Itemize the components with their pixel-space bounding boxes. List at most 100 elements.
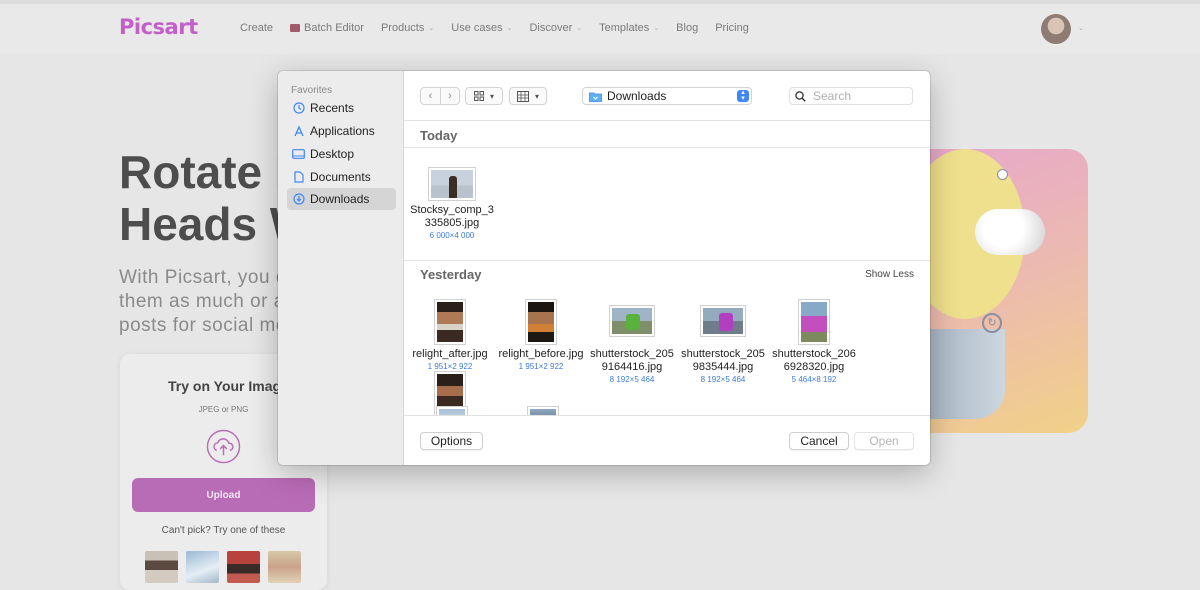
chevron-down-icon: ⌄: [576, 25, 583, 32]
sidebar-item-label: Desktop: [310, 147, 355, 161]
location-popup[interactable]: Downloads ▴ ▾: [582, 87, 752, 105]
nav-products[interactable]: Products ⌄: [381, 22, 434, 34]
file-name-line: shutterstock_206: [772, 348, 856, 360]
download-icon: [292, 193, 305, 206]
nav-templates[interactable]: Templates ⌄: [599, 22, 659, 34]
try-sample-text: Can't pick? Try one of these: [161, 525, 286, 536]
dialog-footer: Options Cancel Open: [404, 415, 930, 465]
show-less-link[interactable]: Show Less: [865, 269, 914, 280]
rotate-icon: ↻: [982, 313, 1002, 333]
file-name: shutterstock_205 9164416.jpg: [587, 348, 677, 374]
forward-button[interactable]: ›: [440, 88, 459, 104]
divider: [404, 147, 930, 148]
nav-use-cases[interactable]: Use cases ⌄: [451, 22, 512, 34]
file-name-line: shutterstock_205: [590, 348, 674, 360]
file-dimensions: 1 951×2 922: [427, 362, 473, 371]
file-thumbnail: [799, 300, 829, 344]
group-title: Today: [420, 128, 458, 143]
document-icon: [292, 171, 305, 184]
file-item[interactable]: relight_after.jpg 1 951×2 922: [405, 300, 495, 373]
nav-pricing[interactable]: Pricing: [715, 22, 749, 34]
clock-icon: [292, 102, 305, 115]
upload-button[interactable]: Upload: [132, 478, 315, 512]
search-input[interactable]: [813, 89, 903, 103]
file-name-line: Stocksy_comp_3: [410, 204, 494, 216]
chevron-left-icon: ‹: [428, 90, 433, 102]
icon-grid-icon: [473, 91, 484, 101]
location-label: Downloads: [607, 89, 667, 103]
view-mode-button[interactable]: ▾: [465, 87, 503, 105]
sidebar-item-recents[interactable]: Recents: [287, 97, 396, 119]
sidebar-item-desktop[interactable]: Desktop: [287, 143, 396, 165]
open-button[interactable]: Open: [854, 432, 914, 450]
file-name: relight_before.jpg: [498, 348, 584, 360]
history-nav: ‹ ›: [420, 87, 460, 105]
cancel-button[interactable]: Cancel: [789, 432, 849, 450]
sample-image-man[interactable]: [145, 551, 178, 583]
nav-label: Templates: [599, 22, 650, 34]
chevron-down-icon[interactable]: ⌄: [1078, 24, 1084, 32]
group-header-today: Today: [404, 122, 930, 148]
nav-label: Use cases: [451, 22, 503, 34]
file-item[interactable]: shutterstock_206 6928320.jpg 5 464×8 192: [769, 300, 859, 386]
user-avatar[interactable]: [1041, 14, 1071, 44]
nav-blog[interactable]: Blog: [676, 22, 698, 34]
file-dimensions: 6 000×4 000: [429, 231, 475, 240]
sample-images: [145, 551, 301, 583]
sidebar-item-label: Applications: [310, 124, 375, 138]
file-name-line: 6928320.jpg: [783, 361, 845, 373]
nav-label: Pricing: [715, 22, 749, 34]
card-title: Try on Your Image: [168, 378, 289, 394]
file-dimensions: 8 192×5 464: [609, 375, 655, 384]
nav-batch-editor[interactable]: Batch Editor: [290, 22, 364, 34]
sample-image-woman-red[interactable]: [227, 551, 260, 583]
file-name: relight_after.jpg: [412, 348, 488, 360]
nav-label: Discover: [529, 22, 573, 34]
file-open-dialog: Favorites Recents Applications Desktop D…: [278, 71, 930, 465]
sidebar-item-label: Recents: [310, 101, 355, 115]
file-name: shutterstock_205 9835444.jpg: [678, 348, 768, 374]
file-thumbnail: [526, 300, 556, 344]
file-item[interactable]: shutterstock_205 9835444.jpg 8 192×5 464: [678, 300, 768, 386]
file-thumbnail[interactable]: [437, 407, 467, 415]
site-header: Picsart Create Batch Editor Products ⌄ Us…: [0, 0, 1200, 54]
artwork-pedestal: [925, 329, 1005, 419]
applications-icon: [292, 125, 305, 138]
dialog-sidebar: Favorites Recents Applications Desktop D…: [278, 71, 404, 465]
file-dimensions: 5 464×8 192: [791, 375, 837, 384]
search-field[interactable]: [789, 87, 913, 105]
file-name-line: 335805.jpg: [424, 217, 480, 229]
file-thumbnail[interactable]: [528, 407, 558, 415]
nav-label: Create: [240, 22, 274, 34]
file-name-line: shutterstock_205: [681, 348, 765, 360]
file-item[interactable]: relight_before.jpg 1 951×2 922: [496, 300, 586, 373]
sidebar-item-downloads[interactable]: Downloads: [287, 188, 396, 210]
sidebar-item-applications[interactable]: Applications: [287, 120, 396, 142]
file-item[interactable]: Stocksy_comp_3 335805.jpg 6 000×4 000: [407, 168, 497, 242]
sample-image-woman-hat[interactable]: [268, 551, 301, 583]
file-name-line: 9164416.jpg: [601, 361, 663, 373]
chevron-right-icon: ›: [448, 90, 452, 102]
chevron-down-icon: ⌄: [428, 25, 435, 32]
file-name: Stocksy_comp_3 335805.jpg: [407, 204, 497, 230]
group-grid-icon: [516, 90, 529, 102]
back-button[interactable]: ‹: [421, 88, 440, 104]
sample-image-building[interactable]: [186, 551, 219, 583]
options-button[interactable]: Options: [420, 432, 483, 450]
group-header-yesterday: Yesterday Show Less: [404, 261, 930, 287]
nav-label: Batch Editor: [304, 22, 364, 34]
nav-discover[interactable]: Discover ⌄: [529, 22, 582, 34]
thumb-spacer: [587, 336, 677, 344]
hero-artwork: ↻: [925, 149, 1088, 433]
file-thumbnail: [701, 306, 745, 336]
main-nav: Create Batch Editor Products ⌄ Use cases ⌄…: [240, 22, 749, 34]
artwork-cloud: [975, 209, 1045, 255]
file-item[interactable]: shutterstock_205 9164416.jpg 8 192×5 464: [587, 300, 677, 386]
picsart-logo[interactable]: Picsart: [119, 15, 198, 39]
nav-create[interactable]: Create: [240, 22, 273, 34]
chevron-down-icon: ▾: [534, 91, 539, 101]
group-by-button[interactable]: ▾: [509, 87, 547, 105]
group-title: Yesterday: [420, 267, 482, 282]
chevron-down-icon: ▾: [489, 91, 494, 101]
sidebar-item-documents[interactable]: Documents: [287, 166, 396, 188]
